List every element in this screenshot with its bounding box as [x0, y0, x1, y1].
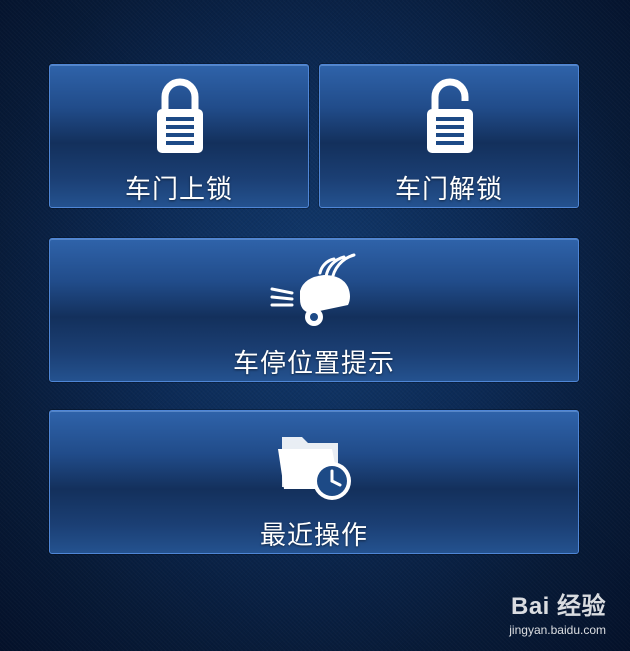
- unlock-doors-button[interactable]: 车门解锁: [319, 64, 579, 208]
- baidu-watermark: Bai 经验 jingyan.baidu.com: [509, 586, 606, 637]
- lock-doors-button[interactable]: 车门上锁: [49, 64, 309, 208]
- car-location-button[interactable]: 车停位置提示: [49, 238, 579, 382]
- car-locate-icon: [270, 253, 356, 326]
- lock-icon: [157, 78, 203, 153]
- watermark-url: jingyan.baidu.com: [509, 623, 606, 637]
- watermark-brand: Bai 经验: [510, 593, 606, 620]
- folder-clock-icon: [278, 437, 351, 500]
- lock-doors-label: 车门上锁: [124, 175, 233, 205]
- unlock-doors-label: 车门解锁: [394, 175, 503, 205]
- recent-operations-button[interactable]: 最近操作: [49, 410, 579, 554]
- unlock-icon: [427, 78, 473, 153]
- car-location-label: 车停位置提示: [232, 349, 395, 379]
- recent-operations-label: 最近操作: [259, 521, 368, 551]
